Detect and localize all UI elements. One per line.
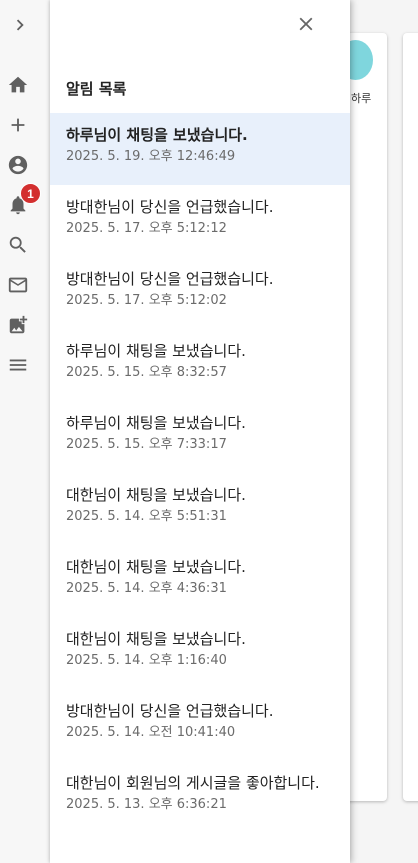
search-icon xyxy=(9,236,26,253)
notification-item[interactable]: 방대한님이 당신을 언급했습니다. 2025. 5. 17. 오후 5:12:0… xyxy=(50,257,350,329)
notification-time: 2025. 5. 17. 오후 5:12:02 xyxy=(66,293,227,308)
create-post-button[interactable] xyxy=(5,112,31,138)
notification-item[interactable]: 하루님이 채팅을 보냈습니다. 2025. 5. 15. 오후 8:32:57 xyxy=(50,329,350,401)
notification-item[interactable]: 방대한님이 당신을 언급했습니다. 2025. 5. 14. 오전 10:41:… xyxy=(50,689,350,761)
notification-count-badge: 1 xyxy=(20,183,41,204)
notification-list: 하루님이 채팅을 보냈습니다. 2025. 5. 19. 오후 12:46:49… xyxy=(50,113,350,855)
mail-icon xyxy=(8,277,28,293)
page: 하루 1 알림 목록 하루님이 채팅을 보냈습니다. 2025. 5. 19. … xyxy=(0,0,418,863)
menu-button[interactable] xyxy=(5,352,31,378)
home-button[interactable] xyxy=(5,72,31,98)
notification-time: 2025. 5. 13. 오후 6:36:21 xyxy=(66,797,227,812)
chevron-right-icon xyxy=(16,19,24,31)
account-circle-icon xyxy=(8,155,28,175)
notification-message: 하루님이 채팅을 보냈습니다. xyxy=(66,126,248,144)
notification-time: 2025. 5. 15. 오후 7:33:17 xyxy=(66,437,227,452)
notification-time: 2025. 5. 14. 오후 5:51:31 xyxy=(66,509,227,524)
add-photo-button[interactable] xyxy=(5,312,31,338)
home-icon xyxy=(8,76,28,93)
notification-time: 2025. 5. 15. 오후 8:32:57 xyxy=(66,365,227,380)
notification-message: 방대한님이 당신을 언급했습니다. xyxy=(66,702,274,720)
background-card xyxy=(403,33,418,801)
search-button[interactable] xyxy=(5,232,31,258)
notification-item[interactable]: 방대한님이 당신을 언급했습니다. 2025. 5. 17. 오후 5:12:1… xyxy=(50,185,350,257)
notification-time: 2025. 5. 14. 오후 4:36:31 xyxy=(66,581,227,596)
messages-button[interactable] xyxy=(5,272,31,298)
notification-item[interactable]: 대한님이 채팅을 보냈습니다. 2025. 5. 14. 오후 4:36:31 xyxy=(50,545,350,617)
avatar-label: 하루 xyxy=(351,92,372,105)
notification-message: 방대한님이 당신을 언급했습니다. xyxy=(66,270,274,288)
drawer-title: 알림 목록 xyxy=(66,80,127,98)
expand-sidebar-button[interactable] xyxy=(7,12,33,38)
notification-message: 대한님이 회원님의 게시글을 좋아합니다. xyxy=(66,774,320,792)
notification-message: 대한님이 채팅을 보냈습니다. xyxy=(66,486,246,504)
notification-time: 2025. 5. 19. 오후 12:46:49 xyxy=(66,149,236,164)
notification-drawer: 알림 목록 하루님이 채팅을 보냈습니다. 2025. 5. 19. 오후 12… xyxy=(50,0,350,863)
notification-item[interactable]: 대한님이 채팅을 보냈습니다. 2025. 5. 14. 오후 5:51:31 xyxy=(50,473,350,545)
notification-message: 방대한님이 당신을 언급했습니다. xyxy=(66,198,274,216)
notification-item[interactable]: 대한님이 채팅을 보냈습니다. 2025. 5. 14. 오후 1:16:40 xyxy=(50,617,350,689)
notification-item[interactable]: 하루님이 채팅을 보냈습니다. 2025. 5. 15. 오후 7:33:17 xyxy=(50,401,350,473)
close-button[interactable] xyxy=(294,12,318,36)
notification-item[interactable]: 하루님이 채팅을 보냈습니다. 2025. 5. 19. 오후 12:46:49 xyxy=(50,113,350,185)
notification-message: 대한님이 채팅을 보냈습니다. xyxy=(66,558,246,576)
sidebar-rail: 1 xyxy=(0,0,50,863)
notification-time: 2025. 5. 14. 오후 1:16:40 xyxy=(66,653,227,668)
notification-time: 2025. 5. 14. 오전 10:41:40 xyxy=(66,725,236,740)
notification-message: 대한님이 채팅을 보냈습니다. xyxy=(66,630,246,648)
notification-time: 2025. 5. 17. 오후 5:12:12 xyxy=(66,221,227,236)
notification-message: 하루님이 채팅을 보냈습니다. xyxy=(66,414,246,432)
close-icon xyxy=(299,17,313,31)
profile-button[interactable] xyxy=(5,152,31,178)
notification-item[interactable]: 대한님이 회원님의 게시글을 좋아합니다. 2025. 5. 13. 오후 6:… xyxy=(50,761,350,855)
plus-icon xyxy=(11,118,25,132)
notification-message: 하루님이 채팅을 보냈습니다. xyxy=(66,342,246,360)
add-photo-icon xyxy=(9,315,28,334)
menu-icon xyxy=(9,359,27,371)
